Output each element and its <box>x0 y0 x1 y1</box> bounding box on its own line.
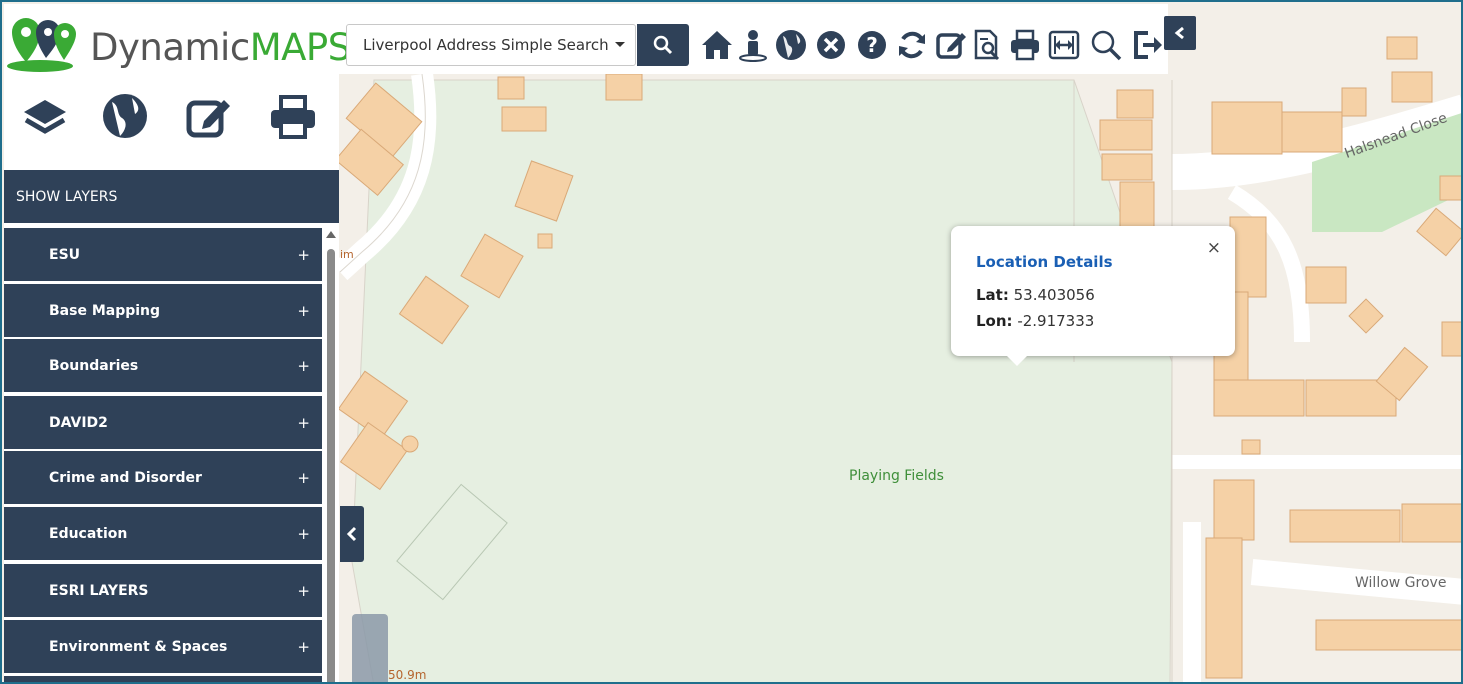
collapse-sidebar-button[interactable] <box>340 506 364 562</box>
layer-group-label: Boundaries <box>49 357 139 374</box>
layer-list-scrollbar[interactable] <box>324 225 339 682</box>
layer-group-label: Education <box>49 525 128 542</box>
expand-icon[interactable]: + <box>297 414 310 432</box>
document-search-icon[interactable] <box>970 28 1004 62</box>
latitude-row: Lat: 53.403056 <box>976 286 1095 304</box>
chevron-down-icon <box>615 42 625 47</box>
svg-text:?: ? <box>866 33 878 57</box>
popup-title: Location Details <box>976 253 1113 271</box>
layer-group-partial <box>4 676 322 682</box>
scale-label: 50.9m <box>388 668 427 682</box>
search-icon <box>653 35 673 55</box>
layer-group-label: DAVID2 <box>49 414 108 431</box>
layer-group-david2[interactable]: DAVID2 + <box>4 396 322 449</box>
collapse-toolbar-button[interactable] <box>1164 16 1196 50</box>
globe-icon[interactable] <box>100 92 150 142</box>
globe-icon[interactable] <box>774 28 808 62</box>
refresh-icon[interactable] <box>895 28 929 62</box>
layer-group-education[interactable]: Education + <box>4 507 322 560</box>
logout-icon[interactable] <box>1130 28 1164 62</box>
zoom-icon[interactable] <box>1089 28 1123 62</box>
layer-group-base-mapping[interactable]: Base Mapping + <box>4 284 322 337</box>
print-icon[interactable] <box>1008 28 1042 62</box>
search-type-label: Liverpool Address Simple Search <box>363 36 609 54</box>
person-icon[interactable] <box>736 28 770 62</box>
fit-extent-icon[interactable] <box>1047 28 1081 62</box>
expand-icon[interactable]: + <box>297 469 310 487</box>
brand-name: DynamicMAPS <box>90 28 351 68</box>
layer-group-label: ESRI LAYERS <box>49 582 149 599</box>
app-frame: Playing Fields Halsnead Close Willow Gro… <box>0 0 1463 684</box>
close-circle-icon[interactable] <box>814 28 848 62</box>
app-logo[interactable]: DynamicMAPS <box>4 14 351 74</box>
latitude-value: 53.403056 <box>1013 286 1095 304</box>
scroll-thumb[interactable] <box>327 249 335 682</box>
layer-group-label: ESU <box>49 246 81 263</box>
layer-group-label: Base Mapping <box>49 302 161 319</box>
layers-icon[interactable] <box>20 92 70 142</box>
layer-group-label: Crime and Disorder <box>49 469 202 486</box>
brand-part-1: Dynamic <box>90 26 250 69</box>
layer-group-esri-layers[interactable]: ESRI LAYERS + <box>4 564 322 617</box>
latitude-label: Lat: <box>976 286 1009 304</box>
layer-group-boundaries[interactable]: Boundaries + <box>4 339 322 392</box>
chevron-left-icon <box>346 526 357 542</box>
expand-icon[interactable]: + <box>297 302 310 320</box>
expand-icon[interactable]: + <box>297 246 310 264</box>
expand-icon[interactable]: + <box>297 525 310 543</box>
help-icon[interactable]: ? <box>855 28 889 62</box>
print-icon[interactable] <box>268 92 318 142</box>
chevron-left-icon <box>1174 26 1184 40</box>
sidebar: SHOW LAYERS ESU + Base Mapping + Boundar… <box>4 74 339 682</box>
longitude-value: -2.917333 <box>1017 312 1095 330</box>
map-label-playing-fields: Playing Fields <box>849 468 944 484</box>
expand-icon[interactable]: + <box>297 582 310 600</box>
longitude-row: Lon: -2.917333 <box>976 312 1094 330</box>
home-icon[interactable] <box>700 28 734 62</box>
show-layers-header[interactable]: SHOW LAYERS <box>4 170 339 224</box>
expand-icon[interactable]: + <box>297 357 310 375</box>
brand-part-2: MAPS <box>249 26 352 69</box>
sidebar-tools <box>4 74 339 170</box>
zoom-slider[interactable] <box>352 614 388 682</box>
search-type-select[interactable]: Liverpool Address Simple Search <box>346 24 636 66</box>
layer-list: ESU + Base Mapping + Boundaries + DAVID2… <box>4 225 322 682</box>
top-toolbar: DynamicMAPS Liverpool Address Simple Sea… <box>4 4 1168 74</box>
layer-group-label: Environment & Spaces <box>49 638 228 655</box>
layer-group-crime-and-disorder[interactable]: Crime and Disorder + <box>4 451 322 504</box>
longitude-label: Lon: <box>976 312 1013 330</box>
layer-group-environment-spaces[interactable]: Environment & Spaces + <box>4 620 322 673</box>
map-pins-logo-icon <box>7 18 76 72</box>
map-label-willow-grove: Willow Grove <box>1355 575 1447 591</box>
layer-group-esu[interactable]: ESU + <box>4 228 322 281</box>
close-icon[interactable]: × <box>1207 238 1221 258</box>
map-label-edge: im <box>340 248 354 261</box>
search-button[interactable] <box>637 24 689 66</box>
scroll-up-arrow-icon[interactable] <box>326 231 336 238</box>
location-details-popup: Location Details × Lat: 53.403056 Lon: -… <box>951 226 1235 366</box>
edit-icon[interactable] <box>184 92 234 142</box>
edit-icon[interactable] <box>934 28 968 62</box>
expand-icon[interactable]: + <box>297 638 310 656</box>
